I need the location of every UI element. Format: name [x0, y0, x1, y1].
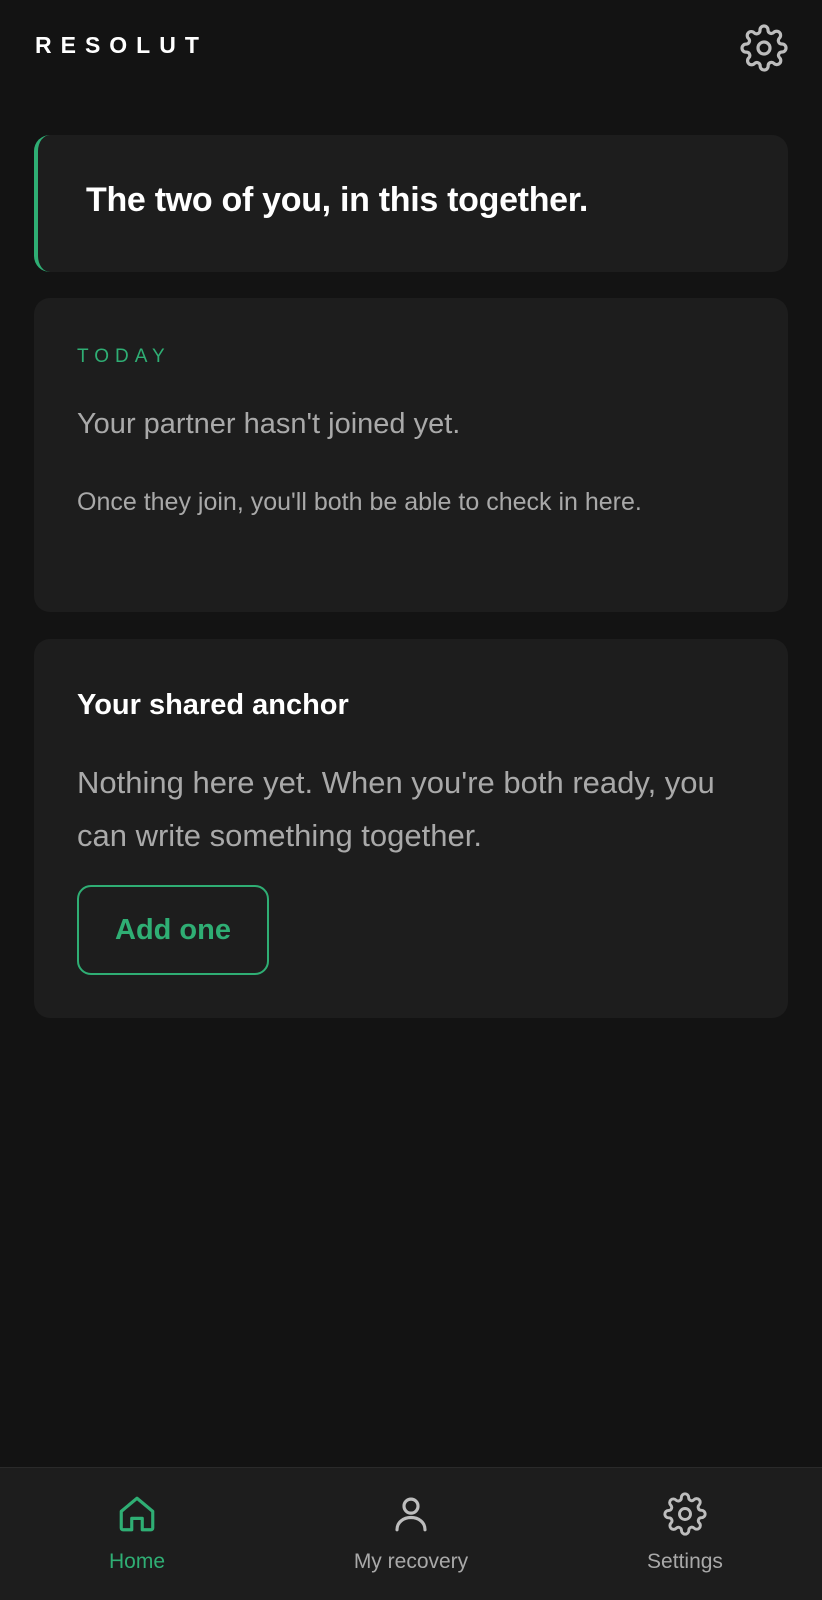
add-anchor-button[interactable]: Add one	[77, 885, 269, 975]
nav-label-settings: Settings	[647, 1550, 723, 1573]
partner-status-hint: Once they join, you'll both be able to c…	[77, 488, 642, 516]
today-label: TODAY	[77, 346, 171, 367]
person-icon	[389, 1492, 433, 1536]
shared-anchor-body: Nothing here yet. When you're both ready…	[77, 765, 715, 853]
nav-item-home[interactable]: Home	[0, 1468, 274, 1600]
today-card: TODAY Your partner hasn't joined yet. On…	[34, 298, 788, 612]
hero-text: The two of you, in this together.	[86, 181, 588, 219]
nav-label-my-recovery: My recovery	[353, 1550, 469, 1573]
nav-item-my-recovery[interactable]: My recovery	[274, 1468, 548, 1600]
shared-anchor-card: Your shared anchor Nothing here yet. Whe…	[34, 639, 788, 1018]
shared-anchor-title: Your shared anchor	[77, 689, 349, 721]
home-screen: RESOLUT The two of you, in this together…	[0, 0, 822, 1600]
bottom-navigation: Home My recovery Settings	[0, 1467, 822, 1600]
gear-icon	[663, 1492, 707, 1536]
home-icon	[115, 1492, 159, 1536]
partner-status-text: Your partner hasn't joined yet.	[77, 408, 461, 440]
nav-label-home: Home	[108, 1550, 166, 1573]
gear-icon	[740, 24, 788, 72]
nav-item-settings[interactable]: Settings	[548, 1468, 822, 1600]
brand-logo: RESOLUT	[35, 32, 208, 58]
hero-card: The two of you, in this together.	[34, 135, 788, 272]
settings-gear-button[interactable]	[738, 22, 790, 74]
app-header: RESOLUT	[0, 0, 822, 92]
